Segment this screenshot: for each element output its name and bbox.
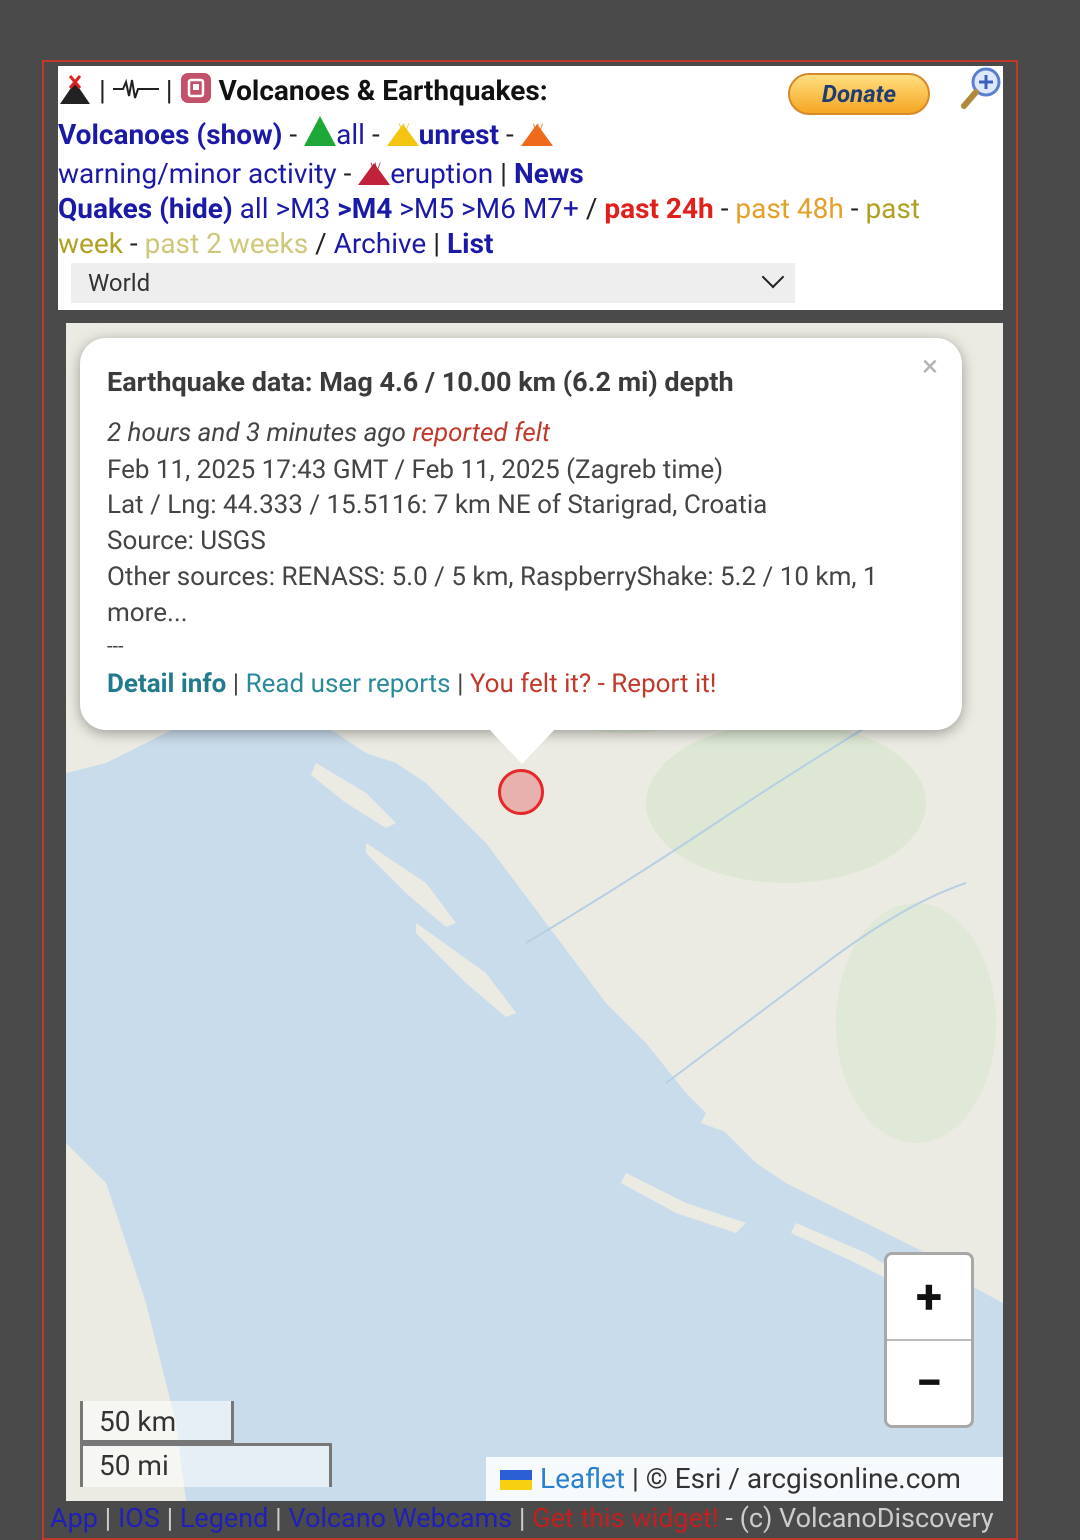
- popup-links: Detail info | Read user reports | You fe…: [107, 669, 717, 699]
- header-panel: | | Volcanoes & Earthquakes: Donate Volc…: [58, 66, 1003, 310]
- app-icon[interactable]: [180, 72, 212, 104]
- zoom-in-button[interactable]: +: [887, 1255, 971, 1341]
- donate-button[interactable]: Donate: [788, 73, 930, 115]
- popup-more-link[interactable]: more...: [107, 598, 188, 628]
- mag-m3-link[interactable]: >M3: [275, 192, 330, 225]
- mag-m5-link[interactable]: >M5: [399, 192, 454, 225]
- popup-datetime: Feb 11, 2025 17:43 GMT / Feb 11, 2025 (Z…: [107, 455, 724, 485]
- volcanoes-toggle-link[interactable]: Volcanoes (show): [58, 118, 282, 151]
- popup-time-ago-line: 2 hours and 3 minutes ago reported felt: [107, 418, 550, 448]
- region-select-value: World: [88, 269, 151, 297]
- ios-link[interactable]: IOS: [118, 1502, 160, 1534]
- mag-m6-link[interactable]: >M6: [461, 192, 516, 225]
- chevron-down-icon: [761, 265, 785, 289]
- popup-tip: [488, 728, 556, 764]
- zoom-out-button[interactable]: −: [887, 1341, 971, 1425]
- quake-filter-line: Quakes (hide) all >M3 >M4 >M5 >M6 M7+ / …: [58, 192, 921, 225]
- popup-source: Source: USGS: [107, 526, 266, 556]
- zoom-magnifier-icon[interactable]: [960, 66, 1004, 112]
- volcano-filter-line: Volcanoes (show) - all - \|/unrest - \|/: [58, 116, 553, 152]
- time-week-link-part1[interactable]: past: [865, 192, 920, 225]
- detail-info-link[interactable]: Detail info: [107, 669, 226, 699]
- volcano-eruption-icon: \|/: [358, 162, 391, 185]
- volcano-filter-line-2: warning/minor activity - \|/eruption | N…: [58, 157, 584, 190]
- seismogram-icon[interactable]: [112, 78, 159, 100]
- time-24h-link[interactable]: past 24h: [604, 192, 713, 225]
- read-user-reports-link[interactable]: Read user reports: [246, 669, 451, 699]
- separator: |: [165, 74, 173, 107]
- popup-other-sources: Other sources: RENASS: 5.0 / 5 km, Raspb…: [107, 562, 878, 592]
- map-attribution: Leaflet | © Esri / arcgisonline.com: [486, 1457, 1003, 1501]
- webcams-link[interactable]: Volcano Webcams: [288, 1502, 512, 1534]
- mag-m7-link[interactable]: M7+: [523, 192, 579, 225]
- volcano-eruption-icon[interactable]: [58, 74, 92, 104]
- archive-link[interactable]: Archive: [334, 227, 427, 260]
- earthquake-marker[interactable]: [498, 769, 544, 815]
- volcano-unrest-icon: \|/: [386, 123, 419, 146]
- volcano-unrest-link[interactable]: unrest: [419, 118, 499, 151]
- leaflet-link[interactable]: Leaflet: [540, 1462, 625, 1495]
- popup-divider: ---: [107, 634, 124, 658]
- app-link[interactable]: App: [50, 1502, 98, 1534]
- get-widget-link[interactable]: Get this widget!: [532, 1502, 719, 1534]
- copyright-text: - (c) VolcanoDiscovery: [718, 1502, 994, 1534]
- volcano-all-icon: [304, 116, 337, 146]
- mag-all-link[interactable]: all: [240, 192, 269, 225]
- list-link[interactable]: List: [447, 227, 493, 260]
- scale-bar-mi: 50 mi: [80, 1443, 332, 1487]
- volcano-warning-icon: \|/: [520, 123, 553, 146]
- scale-bar-km: 50 km: [80, 1401, 234, 1443]
- volcano-all-link[interactable]: all: [336, 118, 365, 151]
- earthquake-popup: × Earthquake data: Mag 4.6 / 10.00 km (6…: [80, 338, 962, 764]
- quake-filter-line-2: week - past 2 weeks / Archive | List: [58, 227, 494, 260]
- legend-link[interactable]: Legend: [180, 1502, 268, 1534]
- header-title-line: | | Volcanoes & Earthquakes:: [58, 72, 548, 108]
- report-felt-link[interactable]: You felt it? - Report it!: [470, 669, 717, 699]
- close-icon[interactable]: ×: [922, 352, 938, 382]
- separator: |: [98, 74, 106, 107]
- mag-m4-link[interactable]: >M4: [337, 192, 392, 225]
- reported-felt-link[interactable]: reported felt: [412, 418, 550, 448]
- news-link[interactable]: News: [514, 157, 584, 190]
- ukraine-flag-icon: [500, 1470, 532, 1490]
- popup-location: Lat / Lng: 44.333 / 15.5116: 7 km NE of …: [107, 490, 768, 520]
- volcano-eruption-link[interactable]: eruption: [390, 157, 493, 190]
- region-select[interactable]: World: [71, 263, 795, 303]
- popup-title: Earthquake data: Mag 4.6 / 10.00 km (6.2…: [107, 366, 734, 398]
- popup-time-ago: 2 hours and 3 minutes ago: [107, 418, 406, 448]
- time-48h-link[interactable]: past 48h: [735, 192, 843, 225]
- header-title: Volcanoes & Earthquakes:: [218, 74, 548, 107]
- attribution-text: | © Esri / arcgisonline.com: [625, 1462, 961, 1495]
- time-week-link-part2[interactable]: week: [58, 227, 123, 260]
- zoom-control: + −: [884, 1252, 974, 1428]
- quakes-toggle-link[interactable]: Quakes (hide): [58, 192, 233, 225]
- volcano-warning-link[interactable]: warning/minor activity: [58, 157, 337, 190]
- time-2weeks-link[interactable]: past 2 weeks: [145, 227, 309, 260]
